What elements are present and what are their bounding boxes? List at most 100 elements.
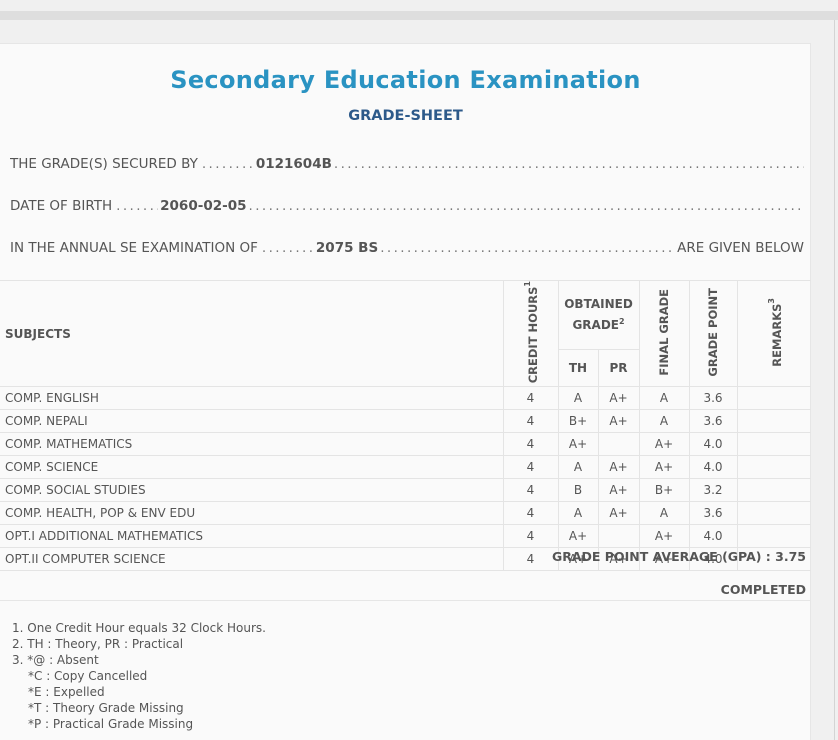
- exam-label: IN THE ANNUAL SE EXAMINATION OF: [10, 240, 258, 256]
- subject-cell: COMP. SCIENCE: [0, 455, 504, 480]
- remarks-cell: [737, 524, 811, 549]
- gpa-summary: GRADE POINT AVERAGE (GPA) : 3.75: [551, 549, 806, 564]
- leader-dots: ........................................…: [380, 240, 676, 256]
- th-grade-cell: B+: [558, 409, 599, 434]
- pr-grade-cell: [598, 524, 640, 549]
- pr-grade-cell: A+: [598, 386, 640, 411]
- footnote-2: 2. TH : Theory, PR : Practical: [12, 637, 184, 651]
- remarks-cell: [737, 478, 811, 503]
- dob-label: DATE OF BIRTH: [10, 198, 113, 214]
- grade-point-cell: 4.0: [689, 455, 738, 480]
- remarks-header: REMARKS3: [737, 279, 811, 388]
- table-row: OPT.I ADDITIONAL MATHEMATICS 4 A+ A+ 4.0: [0, 524, 811, 549]
- grade-point-cell: 3.6: [689, 386, 738, 411]
- remarks-cell: [737, 409, 811, 434]
- subject-cell: OPT.I ADDITIONAL MATHEMATICS: [0, 524, 504, 549]
- exam-year: 2075 BS: [315, 240, 379, 256]
- final-grade-cell: A+: [639, 432, 690, 457]
- subject-cell: COMP. MATHEMATICS: [0, 432, 504, 457]
- grade-point-cell: 4.0: [689, 432, 738, 457]
- footnotes: 1. One Credit Hour equals 32 Clock Hours…: [12, 620, 266, 732]
- grades-table: SUBJECTS CREDIT HOURS1 OBTAINED GRADE2 F…: [0, 279, 811, 572]
- th-grade-cell: A+: [558, 432, 599, 457]
- remarks-cell: [737, 455, 811, 480]
- exam-line: IN THE ANNUAL SE EXAMINATION OF ........…: [10, 240, 804, 260]
- final-grade-cell: A: [639, 501, 690, 526]
- leader-dots: ..........: [201, 156, 254, 172]
- subject-cell: OPT.II COMPUTER SCIENCE: [0, 547, 504, 572]
- remarks-cell: [737, 432, 811, 457]
- secured-by-label: THE GRADE(S) SECURED BY: [10, 156, 198, 172]
- credit-hours-header: CREDIT HOURS1: [503, 279, 559, 388]
- final-grade-cell: A+: [639, 455, 690, 480]
- final-grade-cell: A: [639, 409, 690, 434]
- subject-cell: COMP. SOCIAL STUDIES: [0, 478, 504, 503]
- subjects-header: SUBJECTS: [0, 279, 504, 388]
- leader-dots: ..........: [261, 240, 314, 256]
- table-row: COMP. MATHEMATICS 4 A+ A+ 4.0: [0, 432, 811, 457]
- secured-by-line: THE GRADE(S) SECURED BY .......... 01216…: [10, 156, 804, 176]
- leader-dots: ........................................…: [333, 156, 804, 172]
- footnote-3-copy-cancelled: *C : Copy Cancelled: [28, 669, 148, 683]
- table-row: COMP. NEPALI 4 B+ A+ A 3.6: [0, 409, 811, 434]
- th-grade-cell: A: [558, 386, 599, 411]
- table-row: COMP. SCIENCE 4 A A+ A+ 4.0: [0, 455, 811, 480]
- grade-point-cell: 3.6: [689, 409, 738, 434]
- obtained-grade-header: OBTAINED GRADE2: [558, 280, 640, 350]
- grade-point-header: GRADE POINT: [689, 279, 738, 388]
- credit-hours-cell: 4: [503, 524, 559, 549]
- date-of-birth: 2060-02-05: [160, 198, 247, 214]
- exam-title: Secondary Education Examination: [170, 66, 641, 94]
- th-grade-cell: A: [558, 501, 599, 526]
- grade-point-cell: 4.0: [689, 524, 738, 549]
- table-row: COMP. ENGLISH 4 A A+ A 3.6: [0, 386, 811, 411]
- credit-hours-cell: 4: [503, 409, 559, 434]
- remarks-cell: [737, 501, 811, 526]
- table-row: COMP. HEALTH, POP & ENV EDU 4 A A+ A 3.6: [0, 501, 811, 526]
- subject-cell: COMP. HEALTH, POP & ENV EDU: [0, 501, 504, 526]
- credit-hours-cell: 4: [503, 478, 559, 503]
- symbol-number: 0121604B: [255, 156, 332, 172]
- footnote-3-expelled: *E : Expelled: [28, 685, 105, 699]
- subject-cell: COMP. NEPALI: [0, 409, 504, 434]
- final-grade-cell: A+: [639, 524, 690, 549]
- footnote-3-practical-missing: *P : Practical Grade Missing: [28, 717, 194, 731]
- scrollbar-track[interactable]: [824, 20, 838, 740]
- grade-point-cell: 3.2: [689, 478, 738, 503]
- credit-hours-cell: 4: [503, 547, 559, 572]
- th-grade-cell: B: [558, 478, 599, 503]
- pr-header: PR: [598, 349, 640, 388]
- th-grade-cell: A: [558, 455, 599, 480]
- credit-hours-cell: 4: [503, 432, 559, 457]
- grade-sheet-panel: Secondary Education Examination GRADE-SH…: [0, 43, 811, 740]
- th-grade-cell: A+: [558, 524, 599, 549]
- subject-cell: COMP. ENGLISH: [0, 386, 504, 411]
- credit-hours-cell: 4: [503, 501, 559, 526]
- th-header: TH: [558, 349, 599, 388]
- dob-line: DATE OF BIRTH ........ 2060-02-05 ......…: [10, 198, 804, 218]
- result-status: COMPLETED: [720, 582, 806, 597]
- credit-hours-cell: 4: [503, 455, 559, 480]
- pr-grade-cell: A+: [598, 409, 640, 434]
- top-strip: [0, 0, 838, 11]
- top-rule: [0, 11, 838, 20]
- footnote-1: 1. One Credit Hour equals 32 Clock Hours…: [12, 621, 266, 635]
- pr-grade-cell: A+: [598, 455, 640, 480]
- pr-grade-cell: A+: [598, 478, 640, 503]
- notes-divider: [0, 600, 811, 601]
- pr-grade-cell: [598, 432, 640, 457]
- leader-dots: ........: [116, 198, 158, 214]
- table-row: COMP. SOCIAL STUDIES 4 B A+ B+ 3.2: [0, 478, 811, 503]
- scrollbar-edge: [834, 20, 835, 740]
- grade-point-cell: 3.6: [689, 501, 738, 526]
- credit-hours-cell: 4: [503, 386, 559, 411]
- final-grade-cell: A: [639, 386, 690, 411]
- remarks-cell: [737, 386, 811, 411]
- footnote-3: 3. *@ : Absent: [12, 653, 99, 667]
- final-grade-cell: B+: [639, 478, 690, 503]
- given-below-text: ARE GIVEN BELOW: [677, 240, 804, 256]
- final-grade-header: FINAL GRADE: [639, 279, 690, 388]
- pr-grade-cell: A+: [598, 501, 640, 526]
- footnote-3-theory-missing: *T : Theory Grade Missing: [28, 701, 184, 715]
- leader-dots: ........................................…: [248, 198, 805, 214]
